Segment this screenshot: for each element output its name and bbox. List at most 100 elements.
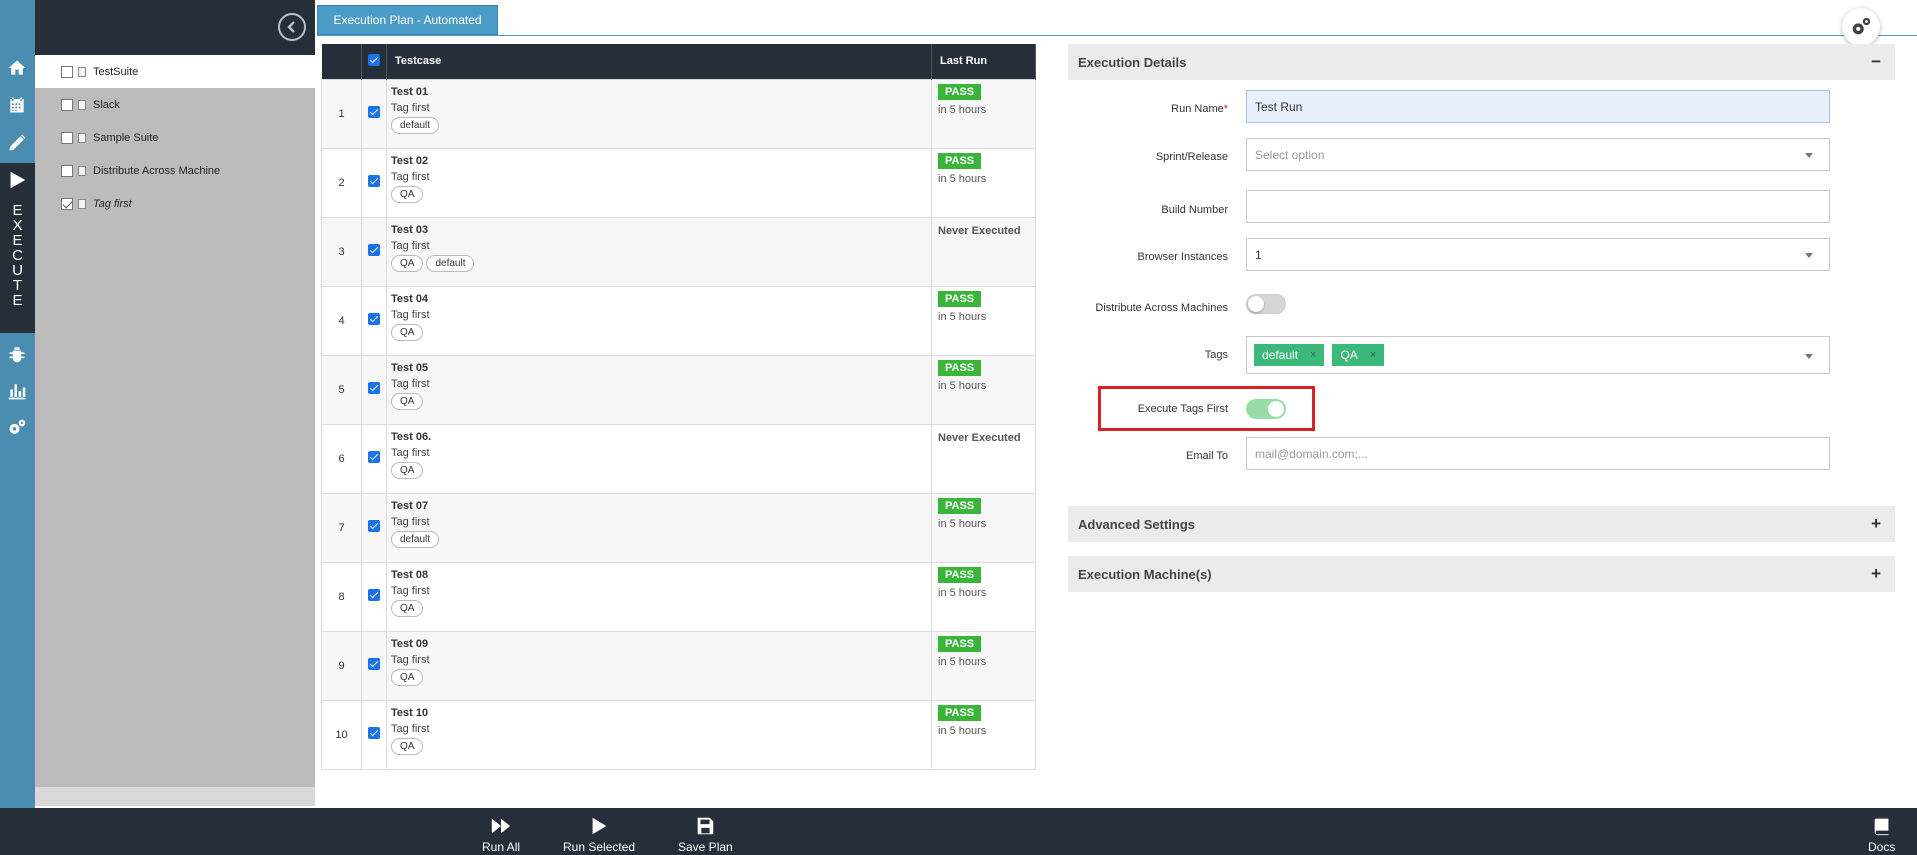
tab-execution-plan[interactable]: Execution Plan - Automated [317,5,498,35]
gears-icon[interactable] [4,415,30,441]
docs-button[interactable]: Docs [1868,816,1895,854]
row-select-cell[interactable] [361,78,387,149]
tag-pill: QA [391,323,424,341]
execution-machines-header[interactable]: Execution Machine(s) + [1068,556,1895,592]
select-all-checkbox[interactable] [368,53,380,66]
tree-checkbox[interactable] [61,65,73,78]
execute-tags-first-toggle[interactable] [1246,399,1286,419]
testcase-cell[interactable]: Test 03 Tag first QA default [386,216,932,287]
row-checkbox[interactable] [368,313,380,325]
browser-instances-value: 1 [1255,247,1262,262]
distribute-toggle[interactable] [1246,294,1286,314]
row-select-cell[interactable] [361,285,387,356]
home-icon[interactable] [4,55,30,81]
row-checkbox[interactable] [368,589,380,601]
testcase-cell[interactable]: Test 02 Tag first QA [386,147,932,218]
tags-select[interactable]: default × QA × [1246,336,1830,374]
browser-instances-select[interactable]: 1 [1246,238,1830,271]
row-checkbox[interactable] [368,658,380,670]
sprint-select[interactable]: Select option [1246,138,1830,171]
tag-chip[interactable]: default × [1254,344,1325,366]
email-to-input[interactable]: mail@domain.com;... [1246,437,1830,470]
remove-tag-icon[interactable]: × [1310,349,1316,361]
testcase-cell[interactable]: Test 09 Tag first QA [386,630,932,701]
advanced-settings-header[interactable]: Advanced Settings + [1068,506,1895,542]
tag-pill: QA [391,392,424,410]
execute-tags-first-label: Execute Tags First [1137,403,1228,415]
settings-fab-button[interactable] [1842,8,1880,46]
last-run-time: in 5 hours [938,517,987,530]
table-row[interactable]: 2 Test 02 Tag first QA PASS in 5 hours [321,147,1036,218]
row-number: 9 [321,630,362,701]
row-select-cell[interactable] [361,630,387,701]
pencil-icon[interactable] [4,130,30,156]
testcase-cell[interactable]: Test 04 Tag first QA [386,285,932,356]
tag-chip[interactable]: QA × [1332,344,1385,366]
row-checkbox[interactable] [368,382,380,394]
row-checkbox[interactable] [368,727,380,739]
row-select-cell[interactable] [361,492,387,563]
header-last-run[interactable]: Last Run [931,44,1036,79]
row-checkbox[interactable] [368,451,380,463]
execution-details-header[interactable]: Execution Details − [1068,44,1895,80]
testcase-cell[interactable]: Test 05 Tag first QA [386,354,932,425]
calendar-icon[interactable] [4,92,30,118]
testcase-suite: Tag first [391,584,430,597]
tree-checkbox[interactable] [61,164,73,177]
expand-icon[interactable]: + [1871,564,1881,584]
table-row[interactable]: 9 Test 09 Tag first QA PASS in 5 hours [321,630,1036,701]
testcase-cell[interactable]: Test 07 Tag first default [386,492,932,563]
row-select-cell[interactable] [361,216,387,287]
table-row[interactable]: 10 Test 10 Tag first QA PASS in 5 hours [321,699,1036,770]
row-checkbox[interactable] [368,106,380,118]
tree-item-slack[interactable]: Slack [35,88,315,121]
run-name-input[interactable]: Test Run [1246,90,1830,123]
expand-icon[interactable]: + [1871,514,1881,534]
tree-item-distribute[interactable]: Distribute Across Machine [35,154,315,187]
tree-checkbox[interactable] [61,98,73,111]
browser-instances-label: Browser Instances [1137,251,1228,263]
table-row[interactable]: 1 Test 01 Tag first default PASS in 5 ho… [321,78,1036,149]
tree-checkbox[interactable] [61,197,73,210]
collapse-panel-button[interactable] [278,13,306,41]
header-select-all[interactable] [361,44,387,79]
testcase-cell[interactable]: Test 06. Tag first QA [386,423,932,494]
tree-scrollbar[interactable] [35,787,315,806]
testcase-cell[interactable]: Test 01 Tag first default [386,78,932,149]
save-plan-button[interactable]: Save Plan [678,816,733,854]
row-checkbox[interactable] [368,520,380,532]
table-row[interactable]: 7 Test 07 Tag first default PASS in 5 ho… [321,492,1036,563]
run-selected-button[interactable]: Run Selected [563,816,635,854]
status-badge: PASS [938,83,982,100]
row-checkbox[interactable] [368,244,380,256]
header-testcase[interactable]: Testcase [386,44,932,79]
tree-checkbox[interactable] [61,131,73,144]
row-select-cell[interactable] [361,699,387,770]
execute-section[interactable]: E X E C U T E [0,163,35,333]
tree-item-sample-suite[interactable]: Sample Suite [35,121,315,154]
row-checkbox[interactable] [368,175,380,187]
row-select-cell[interactable] [361,423,387,494]
row-select-cell[interactable] [361,147,387,218]
run-all-button[interactable]: Run All [482,816,520,854]
table-row[interactable]: 6 Test 06. Tag first QA Never Executed [321,423,1036,494]
row-select-cell[interactable] [361,561,387,632]
remove-tag-icon[interactable]: × [1370,349,1376,361]
table-row[interactable]: 8 Test 08 Tag first QA PASS in 5 hours [321,561,1036,632]
collapse-icon[interactable]: − [1871,52,1881,72]
row-select-cell[interactable] [361,354,387,425]
testcase-name: Test 06. [391,430,432,443]
table-row[interactable]: 4 Test 04 Tag first QA PASS in 5 hours [321,285,1036,356]
email-placeholder: mail@domain.com;... [1255,446,1368,461]
table-row[interactable]: 3 Test 03 Tag first QA default Never Exec… [321,216,1036,287]
bug-icon[interactable] [4,341,30,367]
testcase-cell[interactable]: Test 10 Tag first QA [386,699,932,770]
table-row[interactable]: 5 Test 05 Tag first QA PASS in 5 hours [321,354,1036,425]
status-badge: PASS [938,290,982,307]
build-number-input[interactable] [1246,190,1830,223]
tree-item-testsuite[interactable]: TestSuite [35,55,315,88]
last-run-time: in 5 hours [938,586,987,599]
testcase-cell[interactable]: Test 08 Tag first QA [386,561,932,632]
bar-chart-icon[interactable] [4,378,30,404]
tree-item-tag-first[interactable]: Tag first [35,187,315,220]
